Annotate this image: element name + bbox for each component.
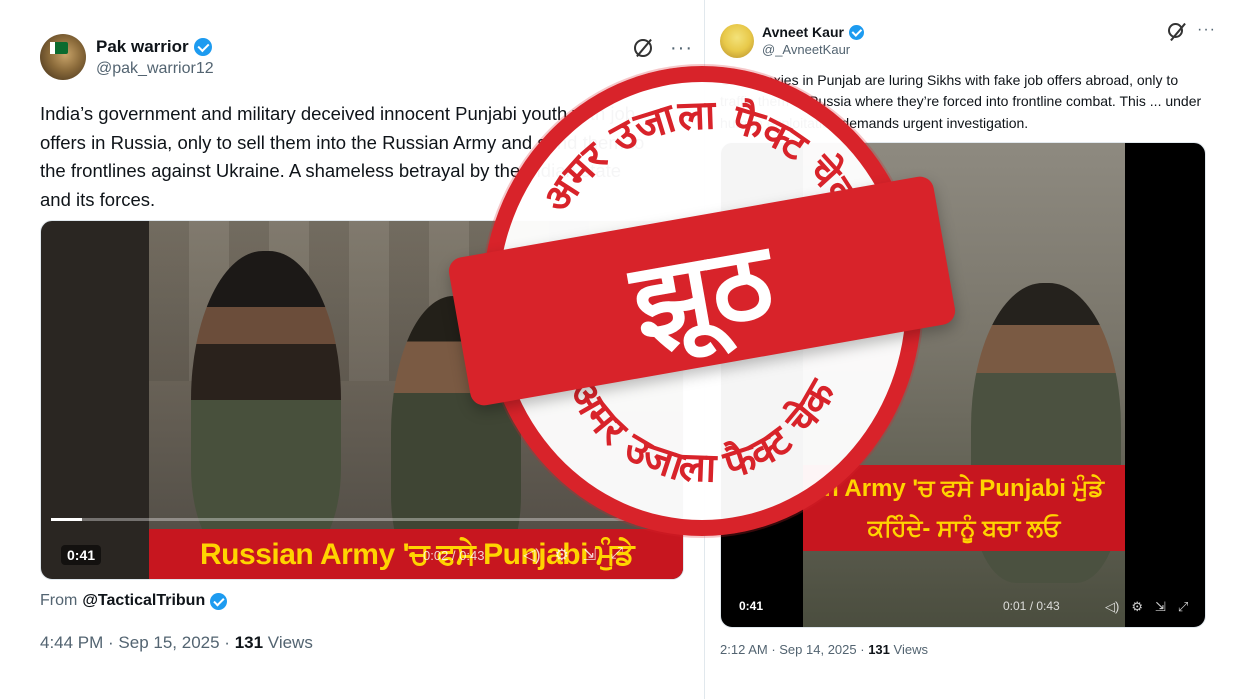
video-person <box>191 251 341 561</box>
flag-icon <box>50 42 68 54</box>
tweet-date[interactable]: Sep 14, 2025 <box>779 642 856 657</box>
tweet-meta: 4:44 PM · Sep 15, 2025 · 131 Views <box>40 633 313 652</box>
user-handle[interactable]: @pak_warrior12 <box>96 60 214 78</box>
fullscreen-icon[interactable]: ⤢ <box>610 545 623 565</box>
display-name[interactable]: Pak warrior <box>96 37 212 57</box>
tweet-actions: ··· <box>634 38 693 58</box>
video-elapsed-time: 0:02 / 0:43 <box>423 548 485 563</box>
volume-icon[interactable]: ◁) <box>1105 599 1119 615</box>
tweet-actions: ··· <box>1168 22 1216 38</box>
video-controls: ◁) ⚙ ⇲ ⤢ <box>1105 599 1188 615</box>
grok-icon[interactable] <box>1168 22 1183 38</box>
tweet-meta: 2:12 AM · Sep 14, 2025 · 131 Views <box>720 642 928 657</box>
tweet-date[interactable]: Sep 15, 2025 <box>118 633 219 652</box>
more-options-icon[interactable]: ··· <box>670 38 693 58</box>
display-name[interactable]: Avneet Kaur <box>762 24 864 40</box>
more-options-icon[interactable]: ··· <box>1197 22 1216 38</box>
fact-check-stamp: अमर उजाला फैक्ट चेक अमर उजाला फैक्ट चेक … <box>446 66 958 536</box>
grok-icon[interactable] <box>634 39 652 57</box>
video-source: From @TacticalTribun <box>40 592 228 610</box>
fullscreen-icon[interactable]: ⤢ <box>1178 599 1188 615</box>
user-handle[interactable]: @_AvneetKaur <box>762 42 850 57</box>
source-handle-link[interactable]: @TacticalTribun <box>82 592 205 610</box>
settings-gear-icon[interactable]: ⚙ <box>1131 599 1143 615</box>
tweet-time[interactable]: 4:44 PM <box>40 633 103 652</box>
views-count: 131 <box>868 642 890 657</box>
settings-gear-icon[interactable]: ⚙ <box>555 545 569 565</box>
avatar[interactable] <box>40 34 86 80</box>
stamp-arc-bottom: अमर उजाला फैक्ट चेक <box>559 372 846 492</box>
verified-badge-icon <box>193 38 212 56</box>
views-count: 131 <box>234 633 264 652</box>
views-label: Views <box>893 642 928 657</box>
svg-text:अमर उजाला फैक्ट चेक: अमर उजाला फैक्ट चेक <box>559 372 846 492</box>
video-elapsed-time: 0:01 / 0:43 <box>1003 599 1060 613</box>
views-label: Views <box>267 633 313 652</box>
video-duration: 0:41 <box>733 597 770 615</box>
video-controls: ◁) ⚙ ⇲ ⤢ <box>523 545 623 565</box>
verified-badge-icon <box>210 592 228 610</box>
stamp-verdict: झूठ <box>622 218 782 364</box>
verified-badge-icon <box>848 24 864 40</box>
avatar[interactable] <box>720 24 754 58</box>
minimize-icon[interactable]: ⇲ <box>1155 599 1166 615</box>
minimize-icon[interactable]: ⇲ <box>583 545 596 565</box>
tweet-time[interactable]: 2:12 AM <box>720 642 768 657</box>
video-duration: 0:41 <box>61 545 102 565</box>
volume-icon[interactable]: ◁) <box>523 545 541 565</box>
